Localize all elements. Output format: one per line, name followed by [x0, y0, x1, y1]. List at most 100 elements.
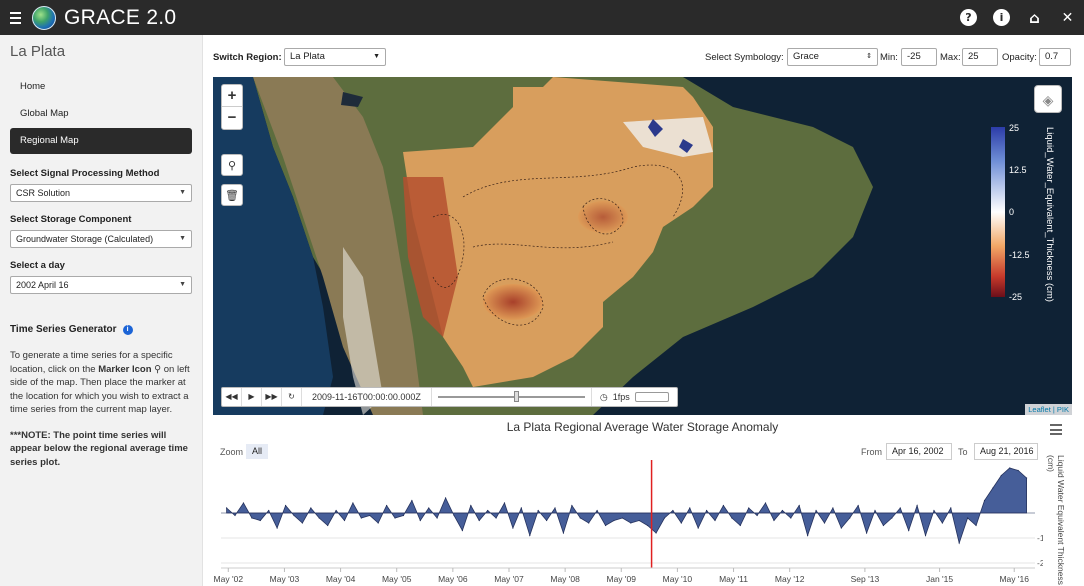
- data-point: [495, 517, 497, 519]
- y-tick-label: -10: [1037, 533, 1043, 543]
- clock-icon: ◷: [599, 392, 608, 402]
- ts-text-marker-icon: Marker Icon: [98, 363, 152, 375]
- data-point: [604, 524, 607, 527]
- chevron-updown-icon: ⇕: [866, 53, 872, 60]
- zoom-out-button[interactable]: −: [222, 107, 242, 129]
- opacity-input[interactable]: 0.7: [1039, 48, 1071, 66]
- nav-item-global-map[interactable]: Global Map: [10, 101, 192, 127]
- data-point: [234, 514, 236, 517]
- to-date-input[interactable]: Aug 21, 2016: [974, 443, 1038, 460]
- speed-slider[interactable]: [634, 392, 669, 402]
- x-tick-label: May '12: [775, 574, 805, 584]
- play-button[interactable]: ▶: [242, 388, 262, 406]
- close-icon[interactable]: ✕: [1059, 9, 1076, 26]
- min-input[interactable]: -25: [901, 48, 937, 66]
- data-point: [882, 524, 885, 527]
- data-point: [377, 522, 379, 524]
- chart-title: La Plata Regional Average Water Storage …: [506, 420, 779, 434]
- data-point: [436, 517, 438, 519]
- sidebar-nav: Home Global Map Regional Map: [0, 74, 202, 154]
- chevron-down-icon: ▼: [179, 281, 186, 288]
- nav-item-home[interactable]: Home: [10, 74, 192, 100]
- data-point: [335, 509, 337, 512]
- time-slider-handle[interactable]: [513, 391, 519, 402]
- x-tick-label: May '02: [214, 574, 244, 584]
- map-marker-icon: ⚲: [227, 160, 237, 172]
- data-point: [352, 502, 354, 504]
- data-point: [318, 517, 320, 519]
- day-value: 2002 April 16: [16, 280, 69, 290]
- map-basemap: [213, 77, 1072, 415]
- skip-back-button[interactable]: ◀◀: [222, 388, 242, 406]
- app-logo: [32, 5, 56, 30]
- data-point: [647, 524, 649, 527]
- storage-component-label: Select Storage Component: [10, 214, 132, 225]
- help-icon[interactable]: ?: [960, 9, 977, 26]
- map-view[interactable]: + − ⚲ 🗑 ◈ 25 12.5 0 -12.5 -25 Liquid_Wat…: [213, 77, 1072, 415]
- data-point: [1017, 469, 1019, 472]
- loop-button[interactable]: ↻: [282, 388, 302, 406]
- symbology-select[interactable]: Grace ⇕: [787, 48, 878, 66]
- data-point: [958, 542, 960, 544]
- data-point: [537, 509, 539, 512]
- data-point: [908, 529, 910, 532]
- zoom-in-button[interactable]: +: [222, 85, 242, 107]
- data-point: [293, 514, 295, 517]
- data-point: [613, 519, 615, 522]
- switch-region-select[interactable]: La Plata ▼: [284, 48, 386, 66]
- max-input[interactable]: 25: [962, 48, 998, 66]
- from-date-input[interactable]: Apr 16, 2002: [886, 443, 952, 460]
- timestamp-display: 2009-11-16T00:00:00.000Z: [302, 388, 432, 406]
- nav-item-regional-map[interactable]: Regional Map: [10, 128, 192, 154]
- ts-title-text: Time Series Generator: [10, 324, 117, 335]
- time-series-chart[interactable]: -10 -20 May '02 May '03 May '04 May '05 May '0…: [213, 460, 1043, 586]
- x-tick-label: May '04: [326, 574, 356, 584]
- data-point: [621, 517, 623, 519]
- delete-marker-button[interactable]: 🗑: [221, 184, 243, 206]
- x-tick-label: May '16: [999, 574, 1029, 584]
- data-point: [596, 509, 598, 512]
- hamburger-menu-icon[interactable]: [0, 0, 30, 35]
- data-point: [268, 509, 270, 512]
- data-point: [992, 487, 994, 489]
- x-tick-label: May '05: [382, 574, 412, 584]
- data-point: [503, 502, 506, 504]
- map-marker-icon: ⚲: [154, 363, 162, 375]
- home-icon[interactable]: ⌂: [1026, 9, 1043, 27]
- x-tick-label: Jan '15: [926, 574, 953, 584]
- data-point: [731, 517, 733, 519]
- chart-menu-icon[interactable]: [1050, 424, 1062, 438]
- legend-colorbar: [991, 127, 1005, 297]
- app-title: GRACE 2.0: [64, 5, 177, 29]
- storage-component-select[interactable]: Groundwater Storage (Calculated) ▼: [10, 230, 192, 248]
- data-point: [807, 534, 809, 537]
- y-tick-label: -20: [1037, 558, 1043, 568]
- data-point: [461, 529, 463, 532]
- data-point: [924, 534, 927, 537]
- chevron-down-icon: ▼: [179, 235, 186, 242]
- map-marker-button[interactable]: ⚲: [221, 154, 243, 176]
- x-tick-label: May '11: [719, 574, 748, 584]
- data-point: [226, 507, 228, 509]
- data-point: [748, 507, 750, 509]
- day-select[interactable]: 2002 April 16 ▼: [10, 276, 192, 294]
- data-point: [941, 522, 943, 524]
- data-point: [310, 507, 312, 509]
- data-point: [689, 507, 691, 509]
- info-icon[interactable]: i: [122, 324, 133, 335]
- data-point: [242, 502, 245, 504]
- data-point: [764, 502, 767, 504]
- data-point: [655, 532, 657, 534]
- layers-button[interactable]: ◈: [1034, 85, 1062, 113]
- data-point: [444, 497, 447, 499]
- sidebar: La Plata Home Global Map Regional Map Se…: [0, 35, 203, 586]
- data-point: [874, 509, 876, 512]
- map-attribution[interactable]: Leaflet | PIK: [1025, 404, 1072, 415]
- time-slider[interactable]: [432, 388, 592, 406]
- zoom-all-button[interactable]: All: [246, 444, 268, 459]
- speed-control[interactable]: ◷ 1fps: [592, 388, 677, 406]
- skip-forward-button[interactable]: ▶▶: [262, 388, 282, 406]
- info-icon[interactable]: i: [993, 9, 1010, 26]
- signal-method-select[interactable]: CSR Solution ▼: [10, 184, 192, 202]
- x-tick-label: May '09: [607, 574, 637, 584]
